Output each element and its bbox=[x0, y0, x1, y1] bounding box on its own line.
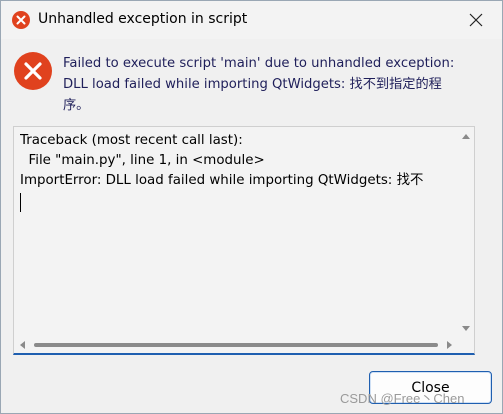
traceback-text: Traceback (most recent call last): File … bbox=[20, 131, 468, 321]
text-caret bbox=[20, 193, 21, 212]
close-button[interactable]: Close bbox=[369, 371, 492, 404]
message-line: 序。 bbox=[63, 98, 90, 113]
error-message: Failed to execute script 'main' due to u… bbox=[63, 53, 498, 116]
title-bar: Unhandled exception in script bbox=[1, 1, 502, 39]
traceback-line: ImportError: DLL load failed while impor… bbox=[20, 173, 424, 188]
error-icon-large bbox=[14, 52, 52, 90]
window-title: Unhandled exception in script bbox=[38, 11, 248, 27]
horizontal-scrollbar[interactable] bbox=[14, 337, 458, 353]
error-icon bbox=[12, 11, 30, 29]
message-line: Failed to execute script 'main' due to u… bbox=[63, 56, 455, 71]
scroll-left-arrow-icon[interactable] bbox=[20, 341, 25, 349]
close-icon[interactable] bbox=[463, 7, 489, 33]
scroll-right-arrow-icon[interactable] bbox=[447, 341, 452, 349]
message-line: DLL load failed while importing QtWidget… bbox=[63, 77, 442, 92]
traceback-textbox[interactable]: Traceback (most recent call last): File … bbox=[13, 126, 475, 355]
vertical-scrollbar[interactable] bbox=[458, 127, 474, 338]
traceback-line: File "main.py", line 1, in <module> bbox=[20, 153, 265, 168]
error-dialog: Unhandled exception in script Failed to … bbox=[0, 0, 503, 414]
horizontal-scroll-thumb[interactable] bbox=[34, 343, 438, 347]
scroll-up-arrow-icon[interactable] bbox=[462, 134, 470, 139]
traceback-line: Traceback (most recent call last): bbox=[20, 133, 243, 148]
scroll-down-arrow-icon[interactable] bbox=[462, 326, 470, 331]
